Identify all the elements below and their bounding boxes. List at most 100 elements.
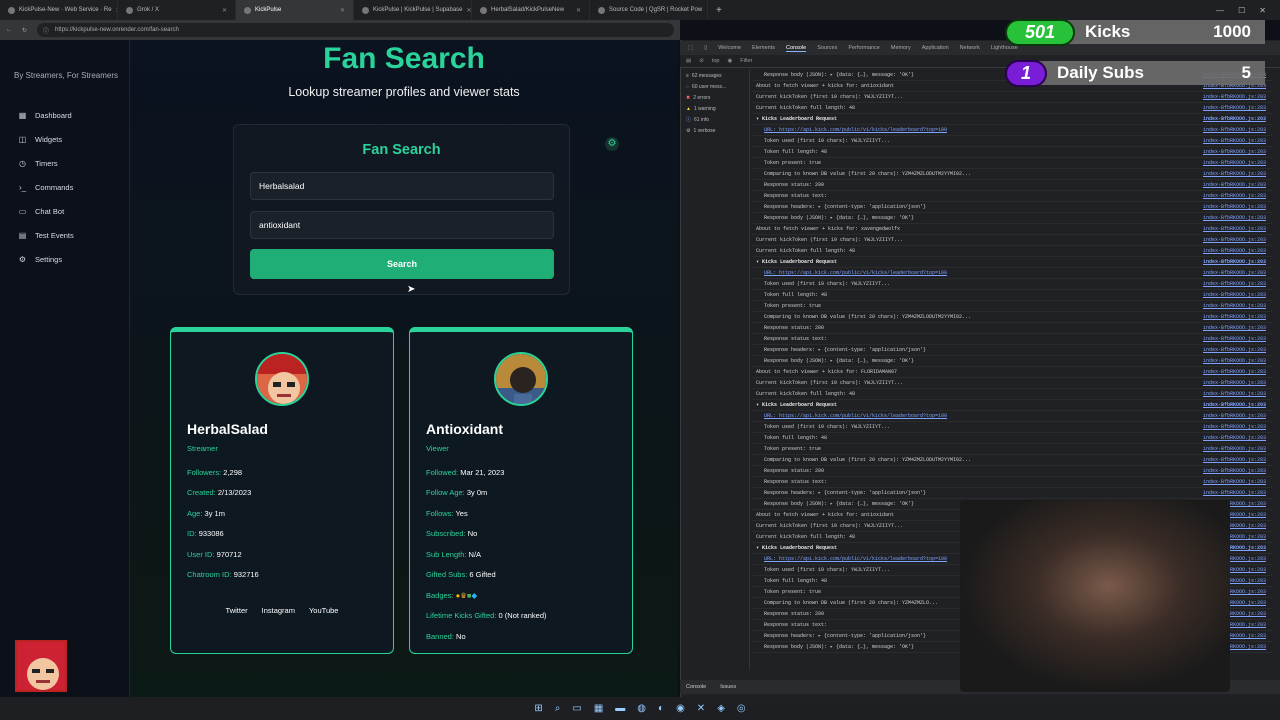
twitter-link[interactable]: Twitter <box>226 606 248 615</box>
console-log-entry[interactable]: About to fetch viewer + kicks for: FLORI… <box>752 367 1272 378</box>
close-tab-icon[interactable]: ✕ <box>222 7 227 14</box>
console-log-entry[interactable]: Current kickToken full length: 48 index-B… <box>752 103 1272 114</box>
console-source-link[interactable]: index-BfbRKOOO.js:203 <box>1203 466 1266 477</box>
console-source-link[interactable]: index-BfbRKOOO.js:203 <box>1203 92 1266 103</box>
console-log-entry[interactable]: Token present: true index-BfbRKOOO.js:203 <box>752 301 1272 312</box>
console-source-link[interactable]: index-BfbRKOOO.js:203 <box>1203 224 1266 235</box>
console-log-entry[interactable]: Token used (first 10 chars): YWJLYZIIYT.… <box>752 279 1272 290</box>
task-view-icon[interactable]: ▭ <box>572 703 581 714</box>
console-source-link[interactable]: index-BfbRKOOO.js:203 <box>1203 367 1266 378</box>
console-source-link[interactable]: index-BfbRKOOO.js:203 <box>1203 136 1266 147</box>
console-log-entry[interactable]: Comparing to known DB value (first 20 ch… <box>752 312 1272 323</box>
sidebar-toggle-icon[interactable]: ▤ <box>686 58 691 64</box>
console-source-link[interactable]: index-BfbRKOOO.js:203 <box>1203 235 1266 246</box>
console-source-link[interactable]: index-BfbRKOOO.js:203 <box>1203 323 1266 334</box>
console-sidebar-item[interactable]: ⓘ 61 info <box>682 114 749 125</box>
console-source-link[interactable]: index-BfbRKOOO.js:203 <box>1203 213 1266 224</box>
address-bar[interactable]: ⓘ https://kickpulse-new.onrender.com/fan… <box>37 23 674 37</box>
console-source-link[interactable]: index-BfbRKOOO.js:203 <box>1203 114 1266 125</box>
tab-performance[interactable]: Performance <box>848 45 880 51</box>
console-log-entry[interactable]: Token used (first 10 chars): YWJLYZIIYT.… <box>752 136 1272 147</box>
tab-sources[interactable]: Sources <box>817 45 837 51</box>
console-log-entry[interactable]: URL: https://api.kick.com/public/v1/kick… <box>752 268 1272 279</box>
eye-icon[interactable]: ◉ <box>727 58 732 64</box>
console-log-entry[interactable]: Response headers: ▸ {content-type: 'appl… <box>752 345 1272 356</box>
maximize-icon[interactable]: ☐ <box>1238 6 1245 15</box>
search-icon[interactable]: ⌕ <box>555 703 561 714</box>
console-source-link[interactable]: index-BfbRKOOO.js:203 <box>1203 169 1266 180</box>
console-source-link[interactable]: index-BfbRKOOO.js:203 <box>1203 400 1266 411</box>
close-window-icon[interactable]: ✕ <box>1259 6 1266 15</box>
minimize-icon[interactable]: — <box>1216 6 1224 15</box>
close-tab-icon[interactable]: ✕ <box>576 7 581 14</box>
console-source-link[interactable]: index-BfbRKOOO.js:203 <box>1203 433 1266 444</box>
sidebar-item-settings[interactable]: ⚙ Settings <box>18 255 62 264</box>
console-source-link[interactable]: index-BfbRKOOO.js:203 <box>1203 147 1266 158</box>
console-source-link[interactable]: index-BfbRKOOO.js:203 <box>1203 279 1266 290</box>
console-sidebar-item[interactable]: ◌ 60 user mess... <box>682 81 749 92</box>
browser-tab[interactable]: HerbalSalad/KickPulseNew ✕ <box>472 0 590 20</box>
console-log-entry[interactable]: Token present: true index-BfbRKOOO.js:203 <box>752 444 1272 455</box>
sidebar-item-commands[interactable]: ›_ Commands <box>18 183 73 192</box>
console-log-entry[interactable]: Response status text: index-BfbRKOOO.js:2… <box>752 477 1272 488</box>
console-source-link[interactable]: index-BfbRKOOO.js:203 <box>1203 125 1266 136</box>
console-source-link[interactable]: index-BfbRKOOO.js:203 <box>1203 103 1266 114</box>
console-log-entry[interactable]: URL: https://api.kick.com/public/v1/kick… <box>752 125 1272 136</box>
console-source-link[interactable]: index-BfbRKOOO.js:203 <box>1203 422 1266 433</box>
console-source-link[interactable]: index-BfbRKOOO.js:203 <box>1203 180 1266 191</box>
close-tab-icon[interactable]: ✕ <box>467 7 472 14</box>
tab-console[interactable]: Console <box>786 45 807 52</box>
console-source-link[interactable]: index-BfbRKOOO.js:203 <box>1203 202 1266 213</box>
site-info-icon[interactable]: ⓘ <box>43 26 49 35</box>
context-select[interactable]: top <box>712 58 720 64</box>
youtube-link[interactable]: YouTube <box>309 606 338 615</box>
discord-icon[interactable]: ◎ <box>737 703 746 714</box>
console-log-entry[interactable]: Token full length: 48 index-BfbRKOOO.js:2… <box>752 147 1272 158</box>
console-log-entry[interactable]: ▾ Kicks Leaderboard Request index-BfbRKOO… <box>752 257 1272 268</box>
console-log-entry[interactable]: Response status text: index-BfbRKOOO.js:2… <box>752 334 1272 345</box>
console-sidebar-item[interactable]: ▲ 1 warning <box>682 103 749 114</box>
console-log-entry[interactable]: Response body (JSON): ▸ {data: {…}, mess… <box>752 213 1272 224</box>
sidebar-item-chat-bot[interactable]: ▭ Chat Bot <box>18 207 64 216</box>
console-source-link[interactable]: index-BfbRKOOO.js:203 <box>1203 246 1266 257</box>
sidebar-item-widgets[interactable]: ◫ Widgets <box>18 135 62 144</box>
console-log-entry[interactable]: Token used (first 10 chars): YWJLYZIIYT.… <box>752 422 1272 433</box>
console-source-link[interactable]: index-BfbRKOOO.js:203 <box>1203 334 1266 345</box>
console-log-entry[interactable]: ▾ Kicks Leaderboard Request index-BfbRKOO… <box>752 114 1272 125</box>
console-log-entry[interactable]: URL: https://api.kick.com/public/v1/kick… <box>752 411 1272 422</box>
sidebar-item-test-events[interactable]: ▤ Test Events <box>18 231 74 240</box>
devtools-device-icon[interactable]: ▯ <box>704 45 707 51</box>
console-log-entry[interactable]: Token full length: 48 index-BfbRKOOO.js:2… <box>752 433 1272 444</box>
console-log-entry[interactable]: Response body (JSON): ▸ {data: {…}, mess… <box>752 356 1272 367</box>
console-log-entry[interactable]: Response status: 200 index-BfbRKOOO.js:20… <box>752 180 1272 191</box>
console-log-entry[interactable]: ▾ Kicks Leaderboard Request index-BfbRKOO… <box>752 400 1272 411</box>
tab-welcome[interactable]: Welcome <box>718 45 741 51</box>
widgets-icon[interactable]: ▦ <box>594 703 603 714</box>
console-sidebar-item[interactable]: ✖ 2 errors <box>682 92 749 103</box>
console-sidebar-item[interactable]: ≡ 62 messages <box>682 70 749 81</box>
drawer-tab-console[interactable]: Console <box>686 684 706 690</box>
browser-tab-active[interactable]: KickPulse ✕ <box>236 0 354 20</box>
settings-gear-button[interactable]: ⚙ <box>605 137 619 151</box>
edge-icon[interactable]: ◐ <box>658 703 664 714</box>
vscode-icon[interactable]: ◈ <box>717 703 725 714</box>
start-icon[interactable]: ⊞ <box>534 703 542 714</box>
file-explorer-icon[interactable]: ▬ <box>615 703 625 714</box>
tab-memory[interactable]: Memory <box>891 45 911 51</box>
console-source-link[interactable]: index-BfbRKOOO.js:203 <box>1203 389 1266 400</box>
browser-tab[interactable]: Source Code | QgSR | Rocket Pow✕ <box>590 0 708 20</box>
console-source-link[interactable]: index-BfbRKOOO.js:203 <box>1203 158 1266 169</box>
console-log-entry[interactable]: Token present: true index-BfbRKOOO.js:203 <box>752 158 1272 169</box>
console-source-link[interactable]: index-BfbRKOOO.js:203 <box>1203 191 1266 202</box>
instagram-link[interactable]: Instagram <box>262 606 295 615</box>
console-log-entry[interactable]: Response headers: ▸ {content-type: 'appl… <box>752 488 1272 499</box>
tab-application[interactable]: Application <box>922 45 949 51</box>
chrome-icon[interactable]: ◉ <box>676 703 685 714</box>
viewer-input[interactable] <box>250 211 554 239</box>
streamer-input[interactable] <box>250 172 554 200</box>
filter-input[interactable]: Filter <box>740 58 752 64</box>
console-log-entry[interactable]: Token full length: 48 index-BfbRKOOO.js:2… <box>752 290 1272 301</box>
console-source-link[interactable]: index-BfbRKOOO.js:203 <box>1203 378 1266 389</box>
sidebar-item-timers[interactable]: ◷ Timers <box>18 159 58 168</box>
console-source-link[interactable]: index-BfbRKOOO.js:203 <box>1203 312 1266 323</box>
